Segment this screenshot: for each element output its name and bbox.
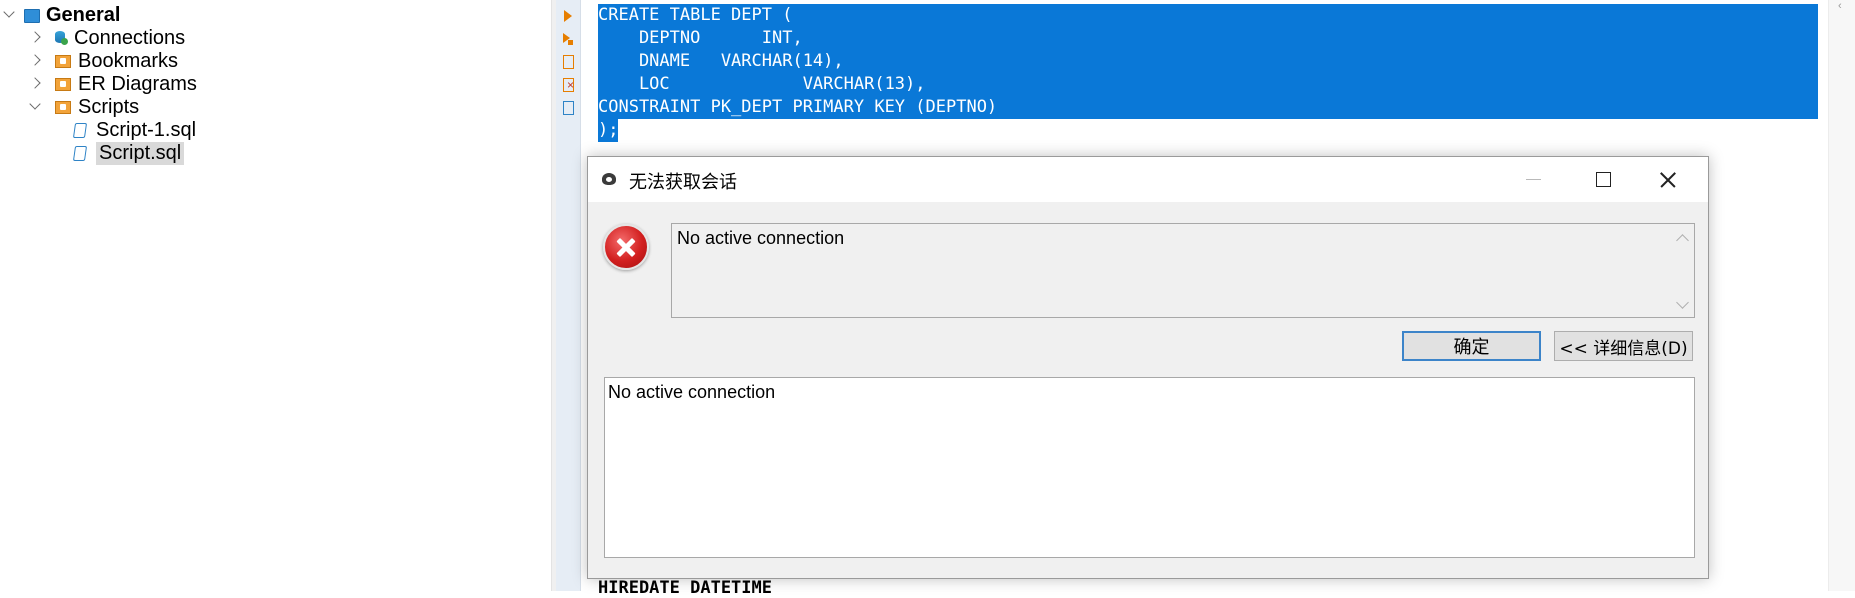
ok-button[interactable]: 确定 xyxy=(1402,331,1541,361)
tree-node-script[interactable]: Script.sql xyxy=(72,140,185,166)
error-message: No active connection xyxy=(677,228,845,248)
load-plan-icon[interactable] xyxy=(561,78,575,92)
details-button[interactable]: << 详细信息(D) xyxy=(1554,331,1693,361)
tree-node-label: Script-1.sql xyxy=(96,118,197,141)
details-text: No active connection xyxy=(608,382,776,402)
editor-toolbar-gutter xyxy=(556,0,581,591)
tree-node-label: Bookmarks xyxy=(78,49,179,72)
code-line: CONSTRAINT PK_DEPT PRIMARY KEY (DEPTNO) xyxy=(598,96,1818,119)
editor-scrollbar[interactable]: ‹ xyxy=(1828,0,1855,591)
chevron-right-icon[interactable] xyxy=(28,30,44,46)
code-line: CREATE TABLE DEPT ( xyxy=(598,4,1818,27)
code-line: DEPTNO INT, xyxy=(598,27,1818,50)
dialog-titlebar[interactable]: 无法获取会话 xyxy=(588,157,1708,202)
dialog-title: 无法获取会话 xyxy=(629,172,737,193)
tree-node-label: Script.sql xyxy=(96,141,185,165)
explain-plan-icon[interactable] xyxy=(561,55,575,69)
sql-script-icon xyxy=(72,144,90,162)
error-message-box[interactable]: No active connection xyxy=(671,223,1695,318)
details-text-area[interactable]: No active connection xyxy=(604,377,1695,558)
scroll-up-icon[interactable]: ‹ xyxy=(1838,0,1846,14)
scroll-up-icon[interactable] xyxy=(1676,234,1689,247)
chevron-down-icon[interactable] xyxy=(28,99,44,115)
dbeaver-app-icon xyxy=(600,170,620,190)
error-icon xyxy=(603,224,649,270)
er-folder-icon xyxy=(54,75,72,93)
database-navigator: General Connections Bookmarks ER Diagram… xyxy=(0,0,551,591)
tree-node-label: Connections xyxy=(74,26,186,49)
chevron-right-icon[interactable] xyxy=(28,76,44,92)
tree-node-label: Scripts xyxy=(78,95,140,118)
message-scrollbar[interactable] xyxy=(1672,224,1694,317)
execute-script-icon[interactable] xyxy=(561,32,575,46)
project-folder-icon xyxy=(24,9,40,23)
database-icon xyxy=(54,30,68,46)
minimize-button[interactable] xyxy=(1498,157,1568,202)
export-icon[interactable] xyxy=(561,101,575,115)
code-area[interactable]: CREATE TABLE DEPT ( DEPTNO INT, DNAME VA… xyxy=(598,4,1818,142)
scripts-folder-icon xyxy=(54,98,72,116)
bookmark-folder-icon xyxy=(54,52,72,70)
sql-script-icon xyxy=(72,121,90,139)
scroll-down-icon[interactable] xyxy=(1676,296,1689,309)
maximize-button[interactable] xyxy=(1568,157,1638,202)
code-line: DNAME VARCHAR(14), xyxy=(598,50,1818,73)
code-line: LOC VARCHAR(13), xyxy=(598,73,1818,96)
chevron-down-icon[interactable] xyxy=(2,7,18,23)
tree-node-label: ER Diagrams xyxy=(78,72,197,95)
close-button[interactable] xyxy=(1638,157,1708,202)
chevron-right-icon[interactable] xyxy=(28,53,44,69)
error-dialog: 无法获取会话 No active connection 确定 << 详细信息(D… xyxy=(587,156,1709,579)
tree-node-label: General xyxy=(46,3,121,26)
code-line: ); xyxy=(598,119,619,142)
execute-statement-icon[interactable] xyxy=(561,9,575,23)
code-line: HIREDATE DATETIME xyxy=(598,578,772,598)
